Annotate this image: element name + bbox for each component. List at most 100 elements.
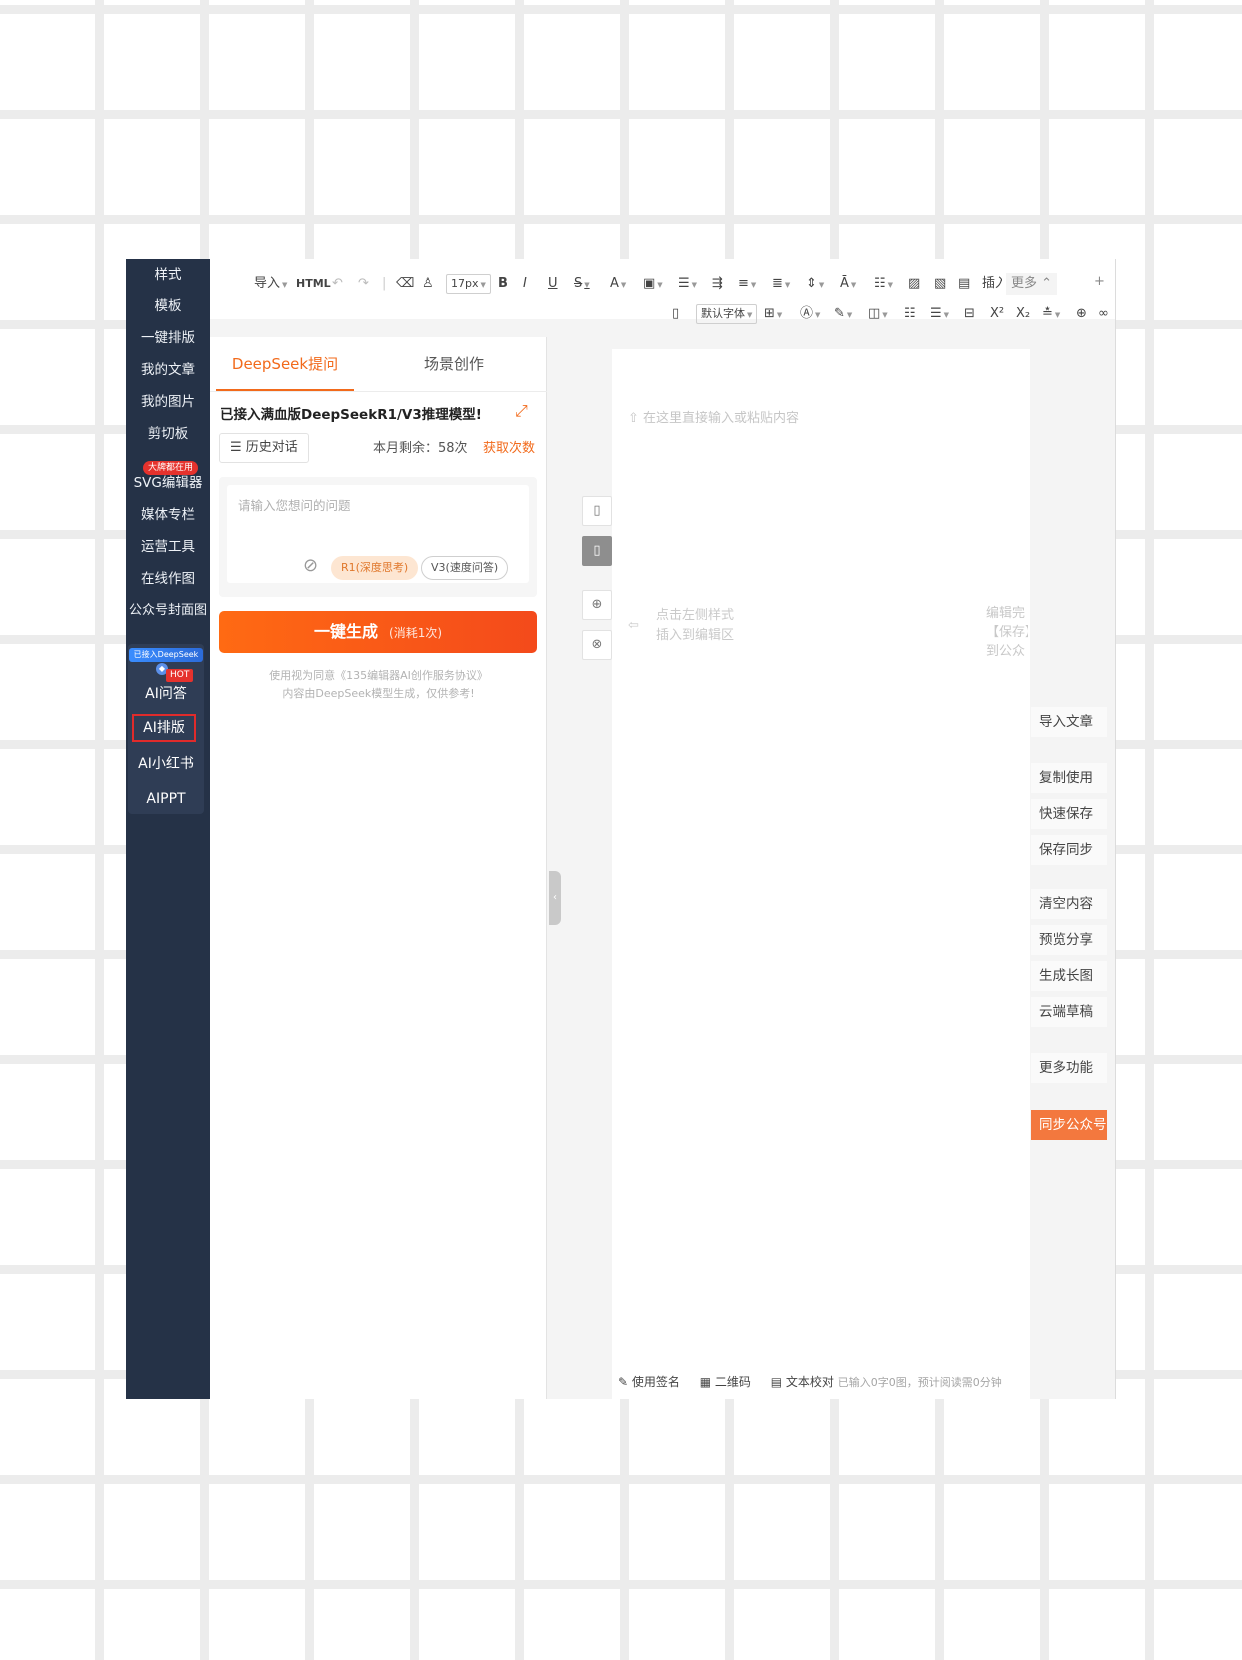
font-color-icon[interactable]: A ▼ — [610, 273, 626, 295]
sidebar-item-cover-image[interactable]: 公众号封面图 — [126, 596, 210, 626]
sidebar-item-operation-tools[interactable]: 运营工具 — [126, 532, 210, 562]
undo-icon[interactable]: ↶ — [332, 273, 343, 295]
outline-icon[interactable]: ☷ ▼ — [874, 273, 893, 295]
add-page-icon[interactable]: ⊕ — [582, 590, 612, 620]
format-painter-icon[interactable]: ♙ — [422, 273, 434, 295]
word-count: 已输入0字0图，预计阅读需0分钟 — [837, 1376, 1002, 1389]
sidebar-item-my-articles[interactable]: 我的文章 — [126, 355, 210, 385]
sidebar-item-ai-xiaohongshu[interactable]: AI小红书 — [128, 750, 204, 778]
html-button[interactable]: HTML — [296, 273, 331, 295]
paragraph-spacing-icon[interactable]: ≡ ▼ — [738, 273, 756, 295]
doc-icon[interactable]: ▯ — [582, 496, 612, 526]
quick-save-button[interactable]: 快速保存 — [1031, 799, 1107, 829]
format-toolbar: 导入 ▼ HTML ↶ ↷ | ⌫ ♙ 17px ▼ B I U S ▼ A ▼ ▣ ▼ … — [210, 259, 1116, 324]
text-spacing-icon[interactable]: ≛ ▼ — [1042, 303, 1060, 325]
underline-icon[interactable]: U — [548, 273, 558, 295]
font-size-select[interactable]: 17px ▼ — [446, 274, 491, 294]
history-button[interactable]: ☰ 历史对话 — [219, 433, 309, 463]
sidebar-item-ai-qa[interactable]: AI问答 — [128, 680, 204, 708]
ordered-list-icon[interactable]: ☷ — [904, 303, 916, 325]
copy-use-button[interactable]: 复制使用 — [1031, 763, 1107, 793]
text-box-icon[interactable]: ⊞ ▼ — [764, 303, 782, 325]
paste-hint: ⇧ 在这里直接输入或粘贴内容 — [628, 411, 800, 426]
model-headline: 已接入满血版DeepSeekR1/V3推理模型! — [220, 407, 482, 423]
editor-canvas[interactable]: ⇧ 在这里直接输入或粘贴内容 ⇦ 点击左侧样式 插入到编辑区 — [612, 349, 1030, 1399]
tab-divider — [210, 391, 547, 392]
upload-arrow-icon: ⇧ — [628, 411, 639, 426]
get-more-link[interactable]: 获取次数 — [483, 437, 535, 456]
signature-button[interactable]: ✎ 使用签名 — [618, 1375, 680, 1389]
tab-deepseek[interactable]: DeepSeek提问 — [216, 337, 354, 391]
sidebar-item-online-drawing[interactable]: 在线作图 — [126, 564, 210, 594]
history-label: 历史对话 — [245, 440, 298, 455]
image-icon[interactable]: ▧ — [934, 273, 946, 295]
sidebar-item-media-column[interactable]: 媒体专栏 — [126, 500, 210, 530]
new-doc-icon[interactable]: ▯ — [672, 303, 679, 325]
list-spacing-icon[interactable]: ≣ ▼ — [772, 273, 790, 295]
bold-icon[interactable]: B — [498, 273, 508, 295]
line-height-icon[interactable]: ⇕ ▼ — [806, 273, 824, 295]
sidebar-item-one-click-layout[interactable]: 一键排版 — [126, 323, 210, 353]
tab-scene-creation[interactable]: 场景创作 — [385, 337, 523, 391]
mode-r1-button[interactable]: R1(深度思考) — [331, 556, 419, 580]
remaining-count: 本月剩余：58次 — [373, 441, 468, 456]
ai-panel: DeepSeek提问 场景创作 已接入满血版DeepSeekR1/V3推理模型!… — [210, 337, 547, 1399]
toolbar-divider: | — [382, 276, 387, 291]
app-right-edge — [1115, 259, 1116, 1399]
preview-share-button[interactable]: 预览分享 — [1031, 925, 1107, 955]
strikethrough-icon[interactable]: S ▼ — [574, 273, 590, 295]
redo-icon[interactable]: ↷ — [358, 273, 369, 295]
more-menu[interactable]: 更多 ⌃ — [1006, 273, 1058, 295]
import-menu[interactable]: 导入 ▼ — [254, 273, 287, 295]
letter-spacing-icon[interactable]: Ā ▼ — [840, 273, 856, 295]
mode-v3-button[interactable]: V3(速度问答) — [421, 556, 509, 580]
clear-format-icon[interactable]: ⊟ — [964, 303, 975, 325]
sidebar-item-my-images[interactable]: 我的图片 — [126, 387, 210, 417]
generate-label: 一键生成 — [313, 622, 378, 641]
ai-tools-group: 已接入DeepSeek ◆ HOT AI问答 AI排版 AI小红书 AIPPT — [128, 644, 204, 814]
text-border-icon[interactable]: Ⓐ ▼ — [800, 303, 820, 325]
question-box: ⊘ R1(深度思考) V3(速度问答) — [219, 477, 537, 597]
collapse-panel-handle[interactable]: ‹ — [549, 871, 561, 925]
cloud-draft-button[interactable]: 云端草稿 — [1031, 997, 1107, 1027]
close-circle-icon[interactable]: ⊗ — [582, 630, 612, 660]
import-article-button[interactable]: 导入文章 — [1031, 707, 1107, 737]
qrcode-button[interactable]: ▦ 二维码 — [700, 1375, 751, 1389]
generate-cost: (消耗1次) — [389, 626, 443, 640]
sidebar-item-styles[interactable]: 样式 — [126, 260, 210, 290]
disclaimer-text: 内容由DeepSeek模型生成，仅供参考! — [282, 687, 475, 700]
italic-icon[interactable]: I — [523, 273, 527, 295]
more-features-button[interactable]: 更多功能 — [1031, 1053, 1107, 1083]
subscript-icon[interactable]: X₂ — [1016, 303, 1030, 325]
frame-icon[interactable]: ◫ ▼ — [868, 303, 888, 325]
superscript-icon[interactable]: X² — [990, 303, 1004, 325]
sidebar-item-clipboard[interactable]: 剪切板 — [126, 419, 210, 449]
sync-wechat-button[interactable]: 同步公众号 — [1031, 1110, 1107, 1140]
sidebar-item-templates[interactable]: 模板 — [126, 291, 210, 321]
background-icon[interactable]: ▨ — [908, 273, 920, 295]
proofread-button[interactable]: ▤ 文本校对 — [771, 1375, 834, 1389]
clear-content-button[interactable]: 清空内容 — [1031, 889, 1107, 919]
font-family-select[interactable]: 默认字体 ▼ — [696, 304, 758, 324]
align-icon[interactable]: ☰ ▼ — [678, 273, 697, 295]
long-image-button[interactable]: 生成长图 — [1031, 961, 1107, 991]
editor-footer: ✎ 使用签名 ▦ 二维码 ▤ 文本校对 已输入0字0图，预计阅读需0分钟 — [612, 1365, 1030, 1399]
sidebar-item-ai-ppt[interactable]: AIPPT — [128, 785, 204, 813]
generate-button[interactable]: 一键生成 (消耗1次) — [219, 611, 537, 653]
insert-menu[interactable]: 插入 — [982, 273, 1002, 295]
search-replace-icon[interactable]: ⊕ — [1076, 303, 1087, 325]
sidebar-item-svg-editor[interactable]: SVG编辑器 — [126, 468, 210, 498]
web-search-off-icon[interactable]: ⊘ — [303, 555, 318, 576]
expand-icon[interactable]: ⤢ — [515, 401, 528, 421]
save-sync-button[interactable]: 保存同步 — [1031, 835, 1107, 865]
doc-active-icon[interactable]: ▯ — [582, 536, 612, 566]
gallery-icon[interactable]: ▤ — [958, 273, 970, 295]
eraser-icon[interactable]: ⌫ — [396, 273, 414, 295]
magic-wand-icon[interactable]: ✎ ▼ — [834, 303, 852, 325]
plus-icon[interactable]: + — [1094, 271, 1105, 293]
sidebar-item-ai-layout[interactable]: AI排版 — [132, 714, 196, 742]
indent-icon[interactable]: ⇶ — [712, 273, 723, 295]
highlight-icon[interactable]: ▣ ▼ — [643, 273, 663, 295]
link-icon[interactable]: ∞ — [1098, 303, 1116, 325]
unordered-list-icon[interactable]: ☰ ▼ — [930, 303, 949, 325]
